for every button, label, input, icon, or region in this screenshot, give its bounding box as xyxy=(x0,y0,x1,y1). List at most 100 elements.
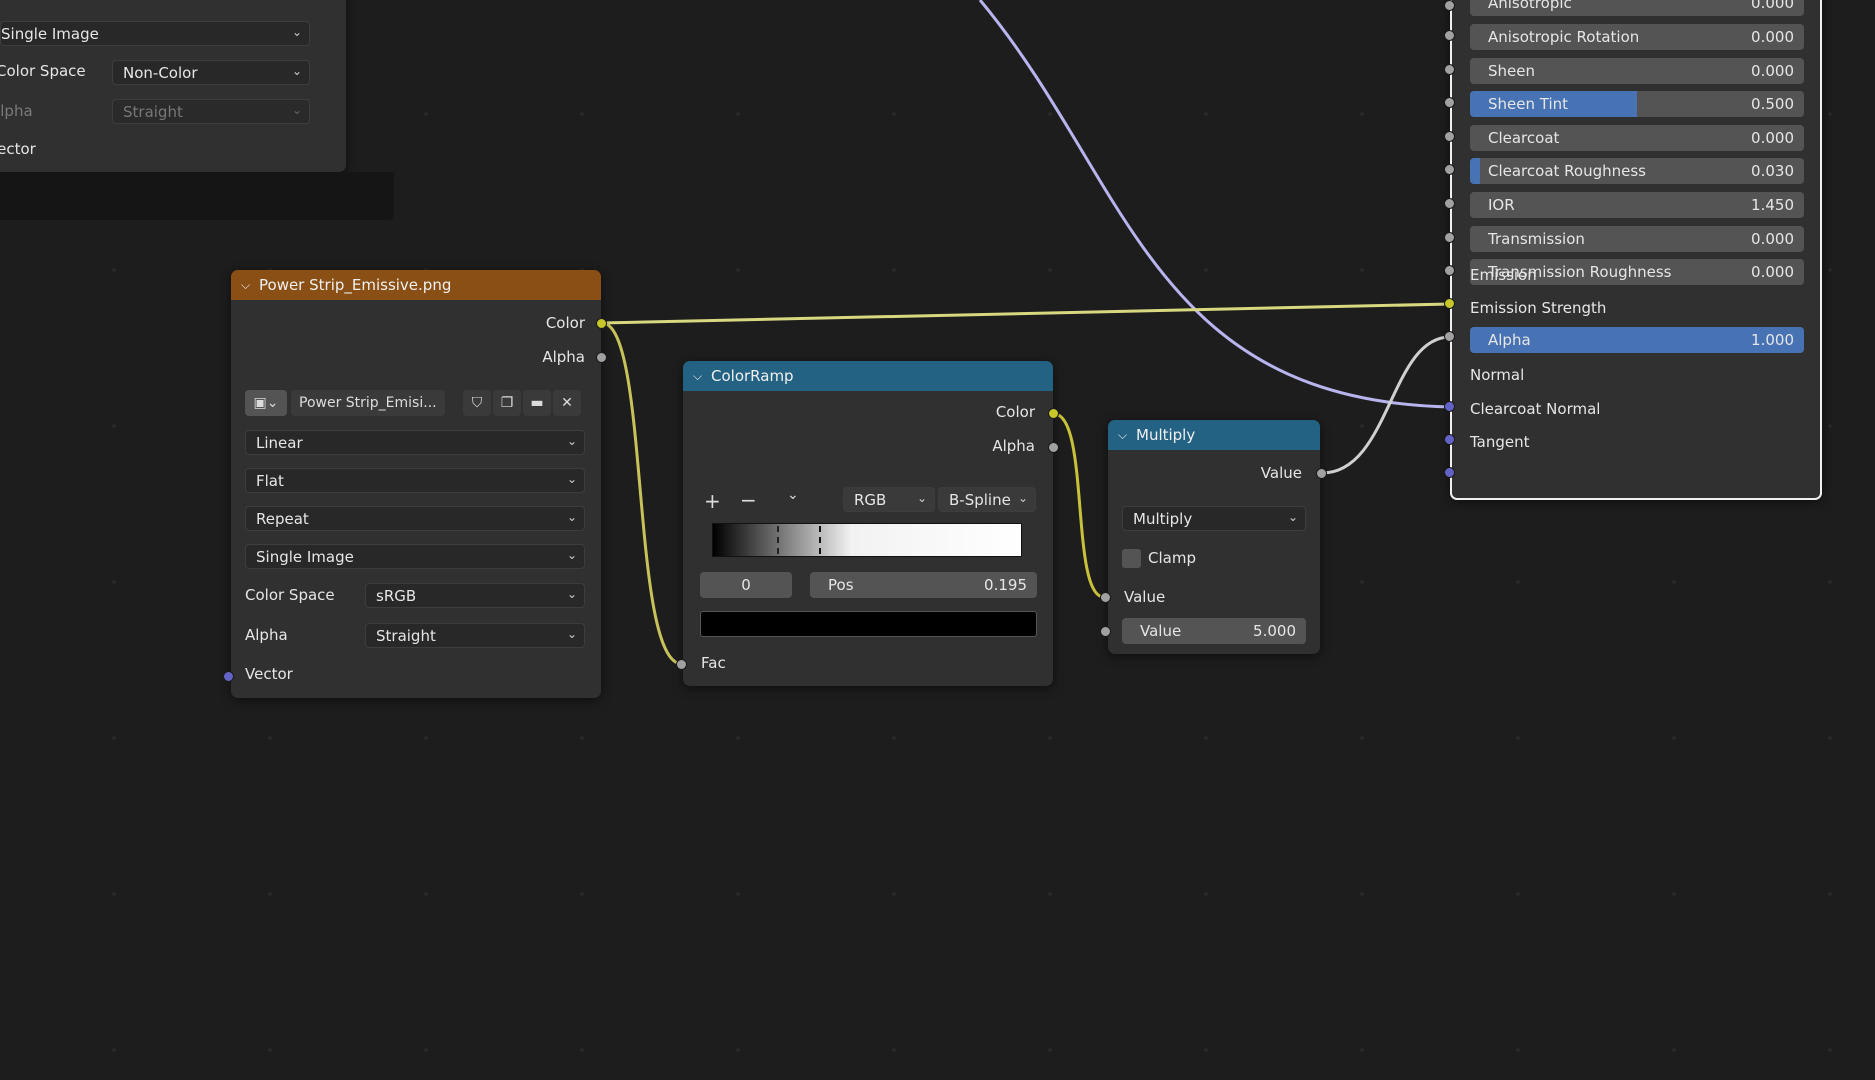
field-label: Transmission xyxy=(1488,229,1585,248)
bsdf-input-socket[interactable] xyxy=(1444,198,1455,209)
bsdf-input-socket[interactable] xyxy=(1444,130,1455,142)
collapse-chevron-icon[interactable]: ⌵ xyxy=(1118,428,1136,443)
chevron-down-icon: ⌄ xyxy=(566,472,577,486)
ramp-stop-handle[interactable] xyxy=(777,526,779,554)
projection-dropdown[interactable]: Flat ⌄ xyxy=(245,468,585,493)
bsdf-field-clearcoat-roughness[interactable]: Clearcoat Roughness 0.030 xyxy=(1470,158,1804,185)
open-image-button[interactable]: ▬ xyxy=(523,390,551,416)
color-ramp-gradient[interactable] xyxy=(712,523,1022,557)
colorramp-node[interactable]: ⌵ ColorRamp Color Alpha + − ⌄ RGB ⌄ B-Sp… xyxy=(683,361,1053,686)
field-value: 0.000 xyxy=(1751,0,1794,12)
fac-input-label: Fac xyxy=(701,654,726,672)
bsdf-emission-strength-socket[interactable] xyxy=(1444,331,1455,342)
node-title: Multiply xyxy=(1136,426,1196,444)
field-label: Anisotropic Rotation xyxy=(1488,28,1640,46)
color-space-dropdown[interactable]: sRGB ⌄ xyxy=(365,583,585,608)
pos-label: Pos xyxy=(828,576,854,594)
ramp-stop-handle-active[interactable] xyxy=(819,526,821,554)
bsdf-field-alpha[interactable]: Alpha 1.000 xyxy=(1470,327,1804,353)
multiply-input1-socket[interactable] xyxy=(1100,592,1111,603)
fake-user-button[interactable]: ⛉ xyxy=(463,390,491,416)
bsdf-field-sheen[interactable]: Sheen 0.000 xyxy=(1470,57,1804,84)
field-label: Anisotropic xyxy=(1488,0,1572,12)
colorramp-node-header[interactable]: ⌵ ColorRamp xyxy=(683,361,1053,391)
image-texture-node[interactable]: ⌵ Power Strip_Emissive.png Color Alpha ▣… xyxy=(231,270,601,698)
remove-stop-button[interactable]: − xyxy=(740,488,757,512)
extension-value: Repeat xyxy=(256,509,309,528)
value-input-field[interactable]: Value 5.000 xyxy=(1122,618,1306,644)
bsdf-input-socket[interactable] xyxy=(1444,63,1455,75)
vector-label: Vector xyxy=(0,140,36,158)
color-mode-dropdown[interactable]: RGB ⌄ xyxy=(843,487,935,512)
close-icon: ✕ xyxy=(561,395,573,411)
chevron-down-icon: ⌄ xyxy=(566,510,577,524)
field-value: 0.000 xyxy=(1751,61,1794,80)
bsdf-tangent-socket[interactable] xyxy=(1444,467,1455,478)
stop-position-field[interactable]: Pos 0.195 xyxy=(810,572,1037,598)
image-node-header[interactable]: ⌵ Power Strip_Emissive.png xyxy=(231,270,601,300)
multiply-input2-socket[interactable] xyxy=(1100,626,1111,637)
chevron-down-icon: ⌄ xyxy=(291,64,302,78)
add-stop-button[interactable]: + xyxy=(704,489,721,513)
image-browse-button[interactable]: ▣⌄ xyxy=(245,390,287,416)
field-value: 1.000 xyxy=(1751,331,1794,349)
field-value: 0.000 xyxy=(1751,28,1794,46)
new-image-button[interactable]: ❐ xyxy=(493,390,521,416)
bsdf-emission-socket[interactable] xyxy=(1444,298,1455,309)
bsdf-field-sheen-tint[interactable]: Sheen Tint 0.500 xyxy=(1470,91,1804,118)
collapse-chevron-icon[interactable]: ⌵ xyxy=(693,369,711,384)
value-field-label: Value xyxy=(1140,622,1182,640)
field-value: 0.500 xyxy=(1751,95,1794,114)
partial-image-node[interactable]: Single Image ⌄ Color Space Non-Color ⌄ A… xyxy=(0,0,346,172)
interpolation-dropdown[interactable]: B-Spline ⌄ xyxy=(938,487,1036,512)
operation-dropdown[interactable]: Multiply ⌄ xyxy=(1122,506,1306,531)
bsdf-clearcoat-normal-socket[interactable] xyxy=(1444,434,1455,445)
extension-dropdown[interactable]: Repeat ⌄ xyxy=(245,506,585,531)
color-space-value: Non-Color xyxy=(123,63,198,82)
node-title: ColorRamp xyxy=(711,367,794,385)
source-dropdown[interactable]: Single Image ⌄ xyxy=(245,544,585,569)
bsdf-field-clearcoat[interactable]: Clearcoat 0.000 xyxy=(1470,124,1804,151)
vector-input-label: Vector xyxy=(245,665,293,683)
ramp-alpha-output-socket[interactable] xyxy=(1048,442,1059,453)
bsdf-normal-socket[interactable] xyxy=(1444,401,1455,412)
image-name: Power Strip_Emisi... xyxy=(299,395,437,411)
image-alpha-output-socket[interactable] xyxy=(596,352,607,363)
color-space-dropdown[interactable]: Non-Color ⌄ xyxy=(112,60,310,85)
ramp-color-output-socket[interactable] xyxy=(1048,408,1059,419)
link-image-color-to-emission xyxy=(601,302,1451,325)
image-color-output-socket[interactable] xyxy=(596,318,607,329)
bsdf-input-socket[interactable] xyxy=(1444,231,1455,243)
clearcoat-normal-input-label: Clearcoat Normal xyxy=(1470,400,1601,418)
bsdf-field-anisotropic-rotation[interactable]: Anisotropic Rotation 0.000 xyxy=(1470,24,1804,50)
clamp-checkbox[interactable] xyxy=(1122,549,1141,568)
interpolation-dropdown[interactable]: Linear ⌄ xyxy=(245,430,585,455)
bsdf-field-transmission[interactable]: Transmission 0.000 xyxy=(1470,225,1804,252)
ramp-fac-input-socket[interactable] xyxy=(676,659,687,670)
chevron-down-icon[interactable]: ⌄ xyxy=(787,487,799,503)
multiply-node[interactable]: ⌵ Multiply Value Multiply ⌄ Clamp Value … xyxy=(1108,420,1320,654)
stop-index-field[interactable]: 0 xyxy=(700,572,792,598)
operation-value: Multiply xyxy=(1133,509,1193,528)
principled-bsdf-node[interactable]: Anisotropic 0.000 Anisotropic Rotation 0.… xyxy=(1450,0,1822,500)
image-name-field[interactable]: Power Strip_Emisi... xyxy=(291,390,445,416)
multiply-output-socket[interactable] xyxy=(1316,468,1327,479)
emission-strength-input-label: Emission Strength xyxy=(1470,299,1607,317)
source-dropdown[interactable]: Single Image ⌄ xyxy=(0,21,310,46)
bsdf-anisotropic-socket[interactable] xyxy=(1444,0,1455,11)
alpha-dropdown: Straight ⌄ xyxy=(112,99,310,124)
bsdf-field-ior[interactable]: IOR 1.450 xyxy=(1470,192,1804,218)
bsdf-field-anisotropic[interactable]: Anisotropic 0.000 xyxy=(1470,0,1804,16)
link-image-color-to-fac xyxy=(601,321,683,666)
stop-color-swatch[interactable] xyxy=(700,611,1037,637)
bsdf-input-socket[interactable] xyxy=(1444,30,1455,41)
image-vector-input-socket[interactable] xyxy=(223,671,234,682)
interpolation-value: B-Spline xyxy=(949,490,1011,509)
unlink-image-button[interactable]: ✕ xyxy=(553,390,581,416)
collapse-chevron-icon[interactable]: ⌵ xyxy=(241,278,259,293)
image-icon: ▣⌄ xyxy=(253,395,279,411)
stop-index-value: 0 xyxy=(741,576,751,594)
clamp-label: Clamp xyxy=(1148,549,1196,567)
alpha-dropdown[interactable]: Straight ⌄ xyxy=(365,623,585,648)
multiply-node-header[interactable]: ⌵ Multiply xyxy=(1108,420,1320,450)
